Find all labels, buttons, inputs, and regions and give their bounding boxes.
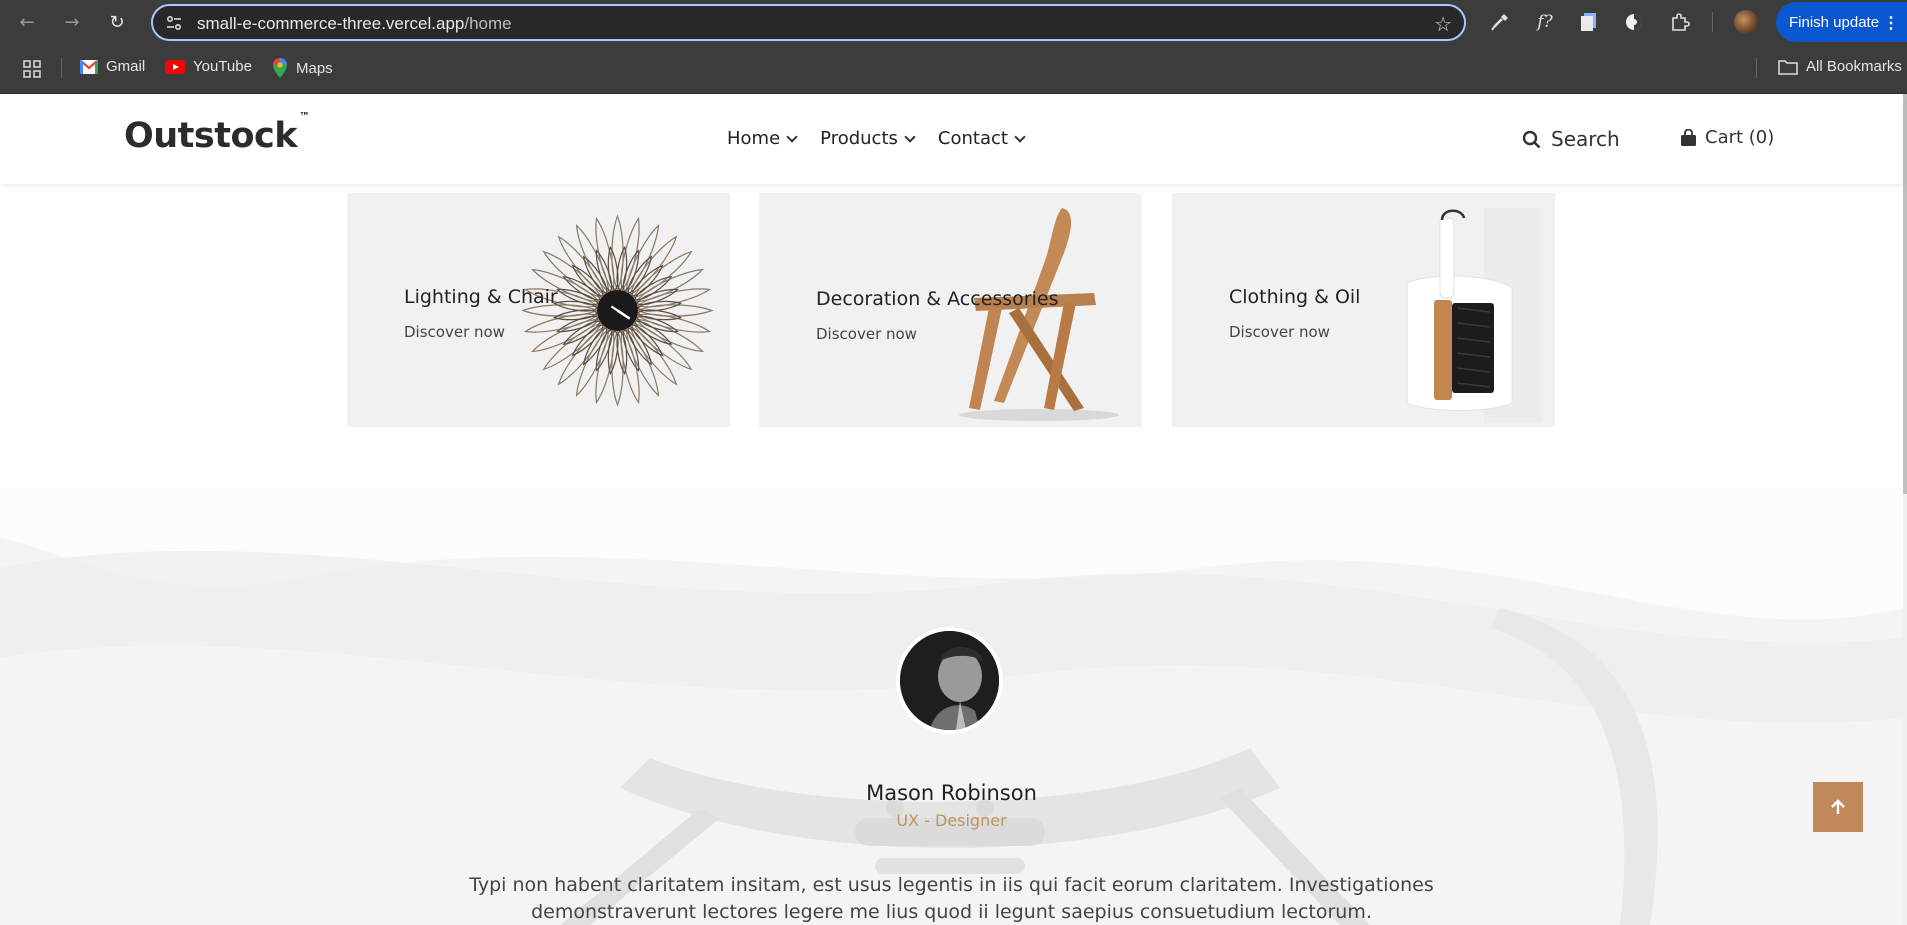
back-icon[interactable]: ←: [14, 9, 40, 35]
site-logo[interactable]: Outstock ™: [124, 110, 310, 156]
all-bookmarks-folder[interactable]: All Bookmarks: [1778, 58, 1902, 75]
category-card-lighting-chair[interactable]: Lighting & Chair Discover now: [347, 193, 730, 427]
finish-update-button[interactable]: Finish update ⋮: [1776, 2, 1907, 42]
browser-toolbar: ← → ↻ small-e-commerce-three.vercel.app/…: [0, 0, 1907, 44]
profile-avatar[interactable]: [1734, 10, 1758, 34]
testimonial-role: UX - Designer: [896, 811, 1007, 830]
nav-products[interactable]: Products: [820, 128, 916, 149]
toolbar-divider: [1712, 12, 1713, 32]
site-header: Outstock ™ Home Products Contact Search C…: [0, 94, 1903, 184]
url-text[interactable]: small-e-commerce-three.vercel.app/home: [197, 14, 512, 34]
bookmark-youtube[interactable]: YouTube: [165, 58, 252, 75]
reload-icon[interactable]: ↻: [104, 9, 130, 35]
arrow-up-icon: [1831, 799, 1845, 814]
sunburst-clock-image: [521, 214, 714, 407]
dustpan-brush-image: [1406, 208, 1542, 423]
bookmark-maps[interactable]: Maps: [272, 58, 333, 78]
chevron-down-icon: [1014, 130, 1026, 143]
bookmark-star-icon[interactable]: ☆: [1434, 12, 1452, 36]
bookmarks-divider-right: [1756, 58, 1757, 78]
search-button[interactable]: Search: [1522, 127, 1620, 151]
page-viewport: Outstock ™ Home Products Contact Search C…: [0, 94, 1907, 925]
document-extension-icon[interactable]: [1577, 10, 1601, 34]
youtube-icon: [165, 59, 185, 74]
address-bar[interactable]: small-e-commerce-three.vercel.app/home ☆: [151, 4, 1466, 41]
chevron-down-icon: [904, 130, 916, 143]
maps-icon: [273, 58, 287, 78]
nav-home[interactable]: Home: [727, 128, 798, 149]
category-card-clothing-oil[interactable]: Clothing & Oil Discover now: [1172, 193, 1555, 427]
category-title[interactable]: Decoration & Accessories: [816, 288, 1058, 310]
apps-grid-icon[interactable]: [22, 59, 42, 79]
font-extension-icon[interactable]: f?: [1533, 10, 1557, 34]
more-options-icon[interactable]: ⋮: [1883, 13, 1899, 33]
testimonial-name: Mason Robinson: [866, 781, 1037, 805]
bookmark-gmail[interactable]: Gmail: [80, 58, 145, 75]
wooden-chair-image: [959, 208, 1119, 421]
discover-now-link[interactable]: Discover now: [404, 323, 505, 341]
category-card-decoration-accessories[interactable]: Decoration & Accessories Discover now: [759, 193, 1142, 427]
eyedropper-extension-icon[interactable]: [1488, 10, 1512, 34]
nav-contact[interactable]: Contact: [938, 128, 1026, 149]
back-to-top-button[interactable]: [1813, 782, 1863, 832]
bookmarks-bar: Gmail YouTube Maps All Bookmarks: [0, 44, 1907, 94]
category-title[interactable]: Lighting & Chair: [404, 286, 558, 308]
forward-icon[interactable]: →: [59, 9, 85, 35]
circle-extension-icon[interactable]: [1622, 10, 1646, 34]
cart-button[interactable]: Cart (0): [1680, 127, 1774, 148]
category-title[interactable]: Clothing & Oil: [1229, 286, 1360, 308]
page-scrollbar[interactable]: [1903, 94, 1907, 925]
search-icon: [1522, 130, 1541, 148]
folder-icon: [1778, 59, 1798, 75]
bookmarks-divider: [61, 58, 62, 78]
shopping-bag-icon: [1681, 128, 1696, 146]
testimonial-section: Mason Robinson UX - Designer Typi non ha…: [0, 488, 1903, 925]
person-portrait-icon: [900, 631, 999, 730]
chevron-down-icon: [786, 130, 798, 143]
testimonial-quote: Typi non habent claritatem insitam, est …: [469, 874, 1434, 923]
testimonial-avatar: [896, 627, 1003, 734]
main-nav: Home Products Contact: [727, 128, 1026, 149]
gmail-icon: [80, 59, 98, 74]
discover-now-link[interactable]: Discover now: [1229, 323, 1330, 341]
site-info-icon[interactable]: [165, 14, 183, 32]
puzzle-extensions-icon[interactable]: [1668, 10, 1692, 34]
scrollbar-thumb[interactable]: [1903, 94, 1907, 494]
discover-now-link[interactable]: Discover now: [816, 325, 917, 343]
